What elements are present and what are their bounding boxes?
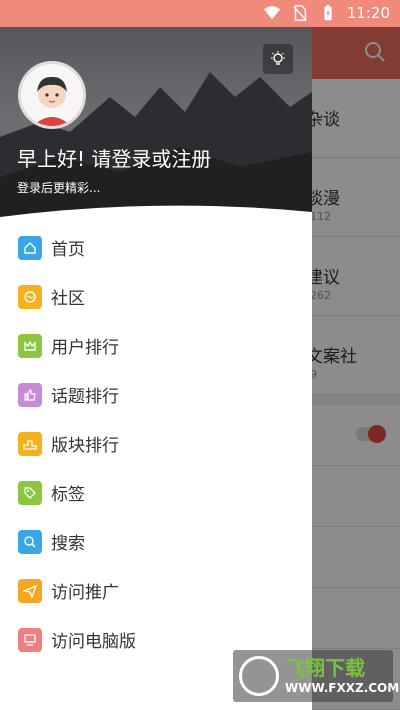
monitor-icon — [18, 627, 42, 652]
user-avatar-icon — [21, 64, 83, 126]
wifi-icon — [263, 6, 280, 20]
home-icon — [18, 235, 42, 260]
menu-item-label: 访问电脑版 — [51, 632, 136, 652]
menu-item-label: 首页 — [51, 240, 85, 260]
thumbs-up-icon — [18, 382, 42, 407]
no-sim-icon — [292, 5, 307, 21]
tag-icon — [18, 480, 42, 505]
drawer-header: 早上好! 请登录或注册 登录后更精彩... — [0, 27, 312, 223]
avatar[interactable] — [18, 61, 86, 129]
paper-plane-icon — [18, 578, 42, 603]
menu-item-tags[interactable]: 标签 — [0, 468, 312, 517]
menu-item-label: 搜索 — [51, 534, 85, 554]
menu-item-label: 标签 — [51, 485, 85, 505]
podium-icon — [18, 431, 42, 456]
menu-item-promotion[interactable]: 访问推广 — [0, 566, 312, 615]
watermark-url: WWW.FXXZ.COM — [285, 681, 400, 695]
crown-icon — [18, 333, 42, 358]
menu-item-user-ranking[interactable]: 用户排行 — [0, 321, 312, 370]
menu-item-label: 版块排行 — [51, 436, 119, 456]
drawer-menu: 首页 社区 用户排行 话题排行 版块排行 标签 搜索 访问推广 访问电脑版 — [0, 223, 312, 664]
menu-item-home[interactable]: 首页 — [0, 223, 312, 272]
lightbulb-icon — [271, 51, 285, 65]
search-icon — [18, 529, 42, 554]
chat-bubble-icon — [18, 284, 42, 309]
status-bar: 11:20 — [0, 0, 400, 27]
watermark-logo-icon — [239, 656, 279, 696]
login-subtext: 登录后更精彩... — [17, 181, 101, 195]
login-greeting[interactable]: 早上好! 请登录或注册 — [17, 143, 211, 172]
navigation-drawer: 早上好! 请登录或注册 登录后更精彩... 首页 社区 用户排行 话题排行 版块… — [0, 27, 312, 710]
menu-item-label: 用户排行 — [51, 338, 119, 358]
menu-item-label: 访问推广 — [51, 583, 119, 603]
watermark-brand: 飞翔下载 — [285, 656, 365, 680]
night-mode-button[interactable] — [263, 44, 293, 74]
watermark: 飞翔下载 WWW.FXXZ.COM — [233, 650, 399, 702]
battery-charging-icon — [324, 4, 332, 21]
menu-item-label: 社区 — [51, 289, 85, 309]
menu-item-topic-ranking[interactable]: 话题排行 — [0, 370, 312, 419]
menu-item-search[interactable]: 搜索 — [0, 517, 312, 566]
menu-item-label: 话题排行 — [51, 387, 119, 407]
menu-item-community[interactable]: 社区 — [0, 272, 312, 321]
status-time: 11:20 — [346, 4, 390, 22]
menu-item-board-ranking[interactable]: 版块排行 — [0, 419, 312, 468]
